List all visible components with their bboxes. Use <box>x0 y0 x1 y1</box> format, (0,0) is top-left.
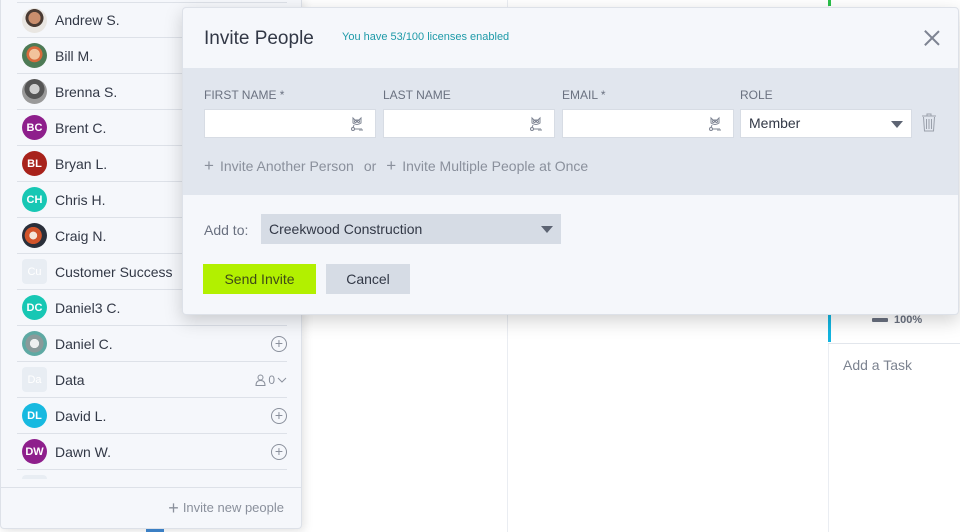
person-name: Andrew S. <box>55 12 120 28</box>
invite-new-people-button[interactable]: + Invite new people <box>168 497 284 518</box>
add-circle-icon[interactable]: + <box>271 335 287 352</box>
plus-icon: + <box>386 156 397 175</box>
role-label: ROLE <box>740 88 773 102</box>
person-list-item[interactable]: DW Dawn W. + <box>17 434 287 470</box>
invite-another-label: Invite Another Person <box>219 158 354 174</box>
task-progress: 100% <box>872 314 922 326</box>
caret-down-icon <box>541 226 553 233</box>
invite-form-section: FIRST NAME * LAST NAME EMAIL * ROLE Memb… <box>183 68 958 195</box>
avatar: DC <box>22 295 47 320</box>
trash-icon[interactable] <box>921 112 937 132</box>
invite-people-modal: Invite People You have 53/100 licenses e… <box>182 7 959 315</box>
avatar: Cu <box>22 259 47 284</box>
person-name: Customer Success <box>55 263 173 280</box>
avatar: BL <box>22 151 47 176</box>
first-name-label: FIRST NAME * <box>204 88 285 102</box>
avatar <box>22 331 47 356</box>
avatar <box>22 79 47 104</box>
add-task-button[interactable]: Add a Task <box>843 357 912 373</box>
add-circle-icon[interactable]: + <box>271 443 287 460</box>
person-list-item[interactable]: DL David L. + <box>17 398 287 434</box>
person-name: Brenna S. <box>55 83 118 100</box>
user-icon <box>255 374 266 386</box>
avatar: CH <box>22 187 47 212</box>
caret-down-icon <box>891 121 903 128</box>
first-name-field[interactable] <box>204 109 376 138</box>
or-text: or <box>363 158 377 174</box>
panel-footer: + Invite new people <box>1 487 301 529</box>
person-name: Bill M. <box>55 47 94 64</box>
avatar: DW <box>22 439 47 464</box>
person-name: Data <box>55 371 85 388</box>
invite-new-people-label: Invite new people <box>182 500 284 515</box>
person-name: Daniel C. <box>55 335 113 352</box>
invite-links: + Invite Another Person or + Invite Mult… <box>204 156 589 175</box>
email-field[interactable] <box>562 109 734 138</box>
person-name: Daniel3 C. <box>55 299 121 316</box>
license-note: You have 53/100 licenses enabled <box>342 31 510 43</box>
invite-another-person-link[interactable]: + Invite Another Person <box>204 156 354 175</box>
person-name: Brent C. <box>55 119 107 136</box>
password-manager-icon[interactable] <box>528 116 544 132</box>
avatar <box>22 7 47 33</box>
last-name-field[interactable] <box>383 109 555 138</box>
password-manager-icon[interactable] <box>707 116 723 132</box>
email-label: EMAIL * <box>562 88 606 102</box>
add-to-label: Add to: <box>204 222 249 238</box>
project-value: Creekwood Construction <box>269 221 423 237</box>
avatar <box>22 475 47 479</box>
role-value: Member <box>749 115 801 131</box>
progress-value: 100% <box>894 314 923 326</box>
person-name: Craig N. <box>55 227 107 244</box>
person-name: David L. <box>55 407 107 424</box>
cancel-button[interactable]: Cancel <box>326 264 410 294</box>
close-icon[interactable] <box>924 30 940 46</box>
avatar: DL <box>22 403 47 428</box>
chevron-down-icon <box>277 377 287 383</box>
person-list-item[interactable]: Da Data 0 <box>17 362 287 398</box>
invite-multiple-label: Invite Multiple People at Once <box>402 158 589 174</box>
status-bar <box>828 0 831 6</box>
avatar <box>22 223 47 248</box>
team-member-count[interactable]: 0 <box>255 373 287 387</box>
person-list-item[interactable]: Daniel C. + <box>17 326 287 362</box>
person-name: Dawn W. <box>55 443 112 460</box>
invite-multiple-link[interactable]: + Invite Multiple People at Once <box>386 156 589 175</box>
modal-title: Invite People <box>204 28 314 49</box>
plus-icon: + <box>204 156 214 175</box>
avatar: Da <box>22 367 47 392</box>
role-select[interactable]: Member <box>740 109 912 138</box>
person-name: Bryan L. <box>55 155 108 172</box>
plus-icon: + <box>168 497 179 518</box>
person-name: Chris H. <box>55 191 106 208</box>
password-manager-icon[interactable] <box>349 116 365 132</box>
send-invite-button[interactable]: Send Invite <box>203 264 316 294</box>
last-name-label: LAST NAME <box>383 88 451 102</box>
progress-dash-icon <box>872 318 888 322</box>
add-circle-icon[interactable]: + <box>271 407 287 424</box>
member-count: 0 <box>268 372 275 387</box>
avatar: BC <box>22 115 47 140</box>
project-select[interactable]: Creekwood Construction <box>261 214 561 244</box>
avatar <box>22 43 47 68</box>
